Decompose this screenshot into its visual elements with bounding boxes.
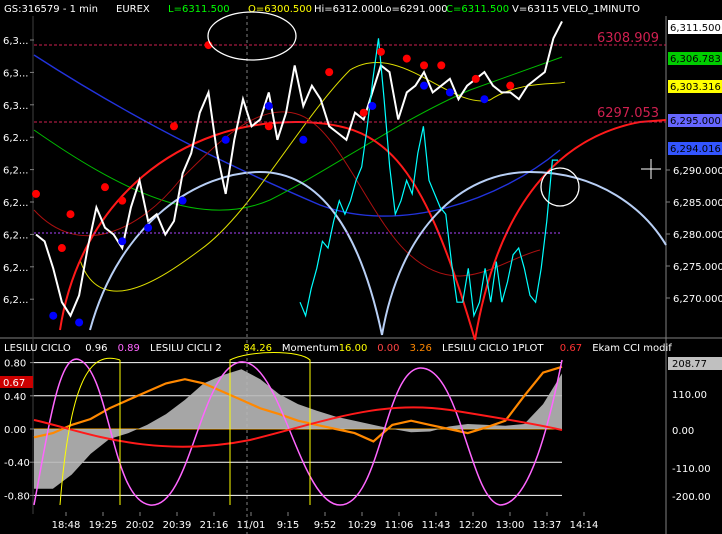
y-tick-label: 6,3... (3, 68, 28, 79)
pivot-dot-low (144, 223, 153, 232)
pivot-dot-high (66, 210, 75, 219)
pivot-dot-high (118, 196, 127, 205)
pivot-dot-low (368, 101, 377, 110)
pivot-dot-low (445, 88, 454, 97)
oscillator-header-label: LESILU CICLO (4, 343, 71, 354)
oscillator-header-label: 0.00 (377, 343, 399, 354)
osc-right-label: -200.00 (672, 492, 711, 503)
pivot-dot-high (506, 81, 515, 90)
right-badge-label: 6,294.016 (670, 144, 721, 155)
osc-tick-label: 0.40 (4, 392, 26, 403)
oscillator-header-label: 0.96 (85, 343, 107, 354)
x-tick-label: 11/01 (237, 520, 266, 531)
oscillator-header-label: LESILU CICLO 1PLOT (442, 343, 544, 354)
x-tick-label: 9:52 (314, 520, 336, 531)
pivot-dot-low (49, 311, 58, 320)
pivot-dot-high (437, 61, 446, 70)
x-tick-label: 20:39 (163, 520, 192, 531)
volume-label: V=63115 (512, 4, 559, 15)
osc-right-label: 0.00 (672, 426, 694, 437)
oscillator-header-label: 16.00 (339, 343, 368, 354)
y-tick-label: 6,2... (3, 230, 28, 241)
resistance-label-upper: 6308.909 (597, 31, 659, 46)
close-label: C=6311.500 (446, 4, 509, 15)
pivot-dot-low (264, 101, 273, 110)
osc-right-label: 110.00 (672, 390, 707, 401)
y-tick-label: 6,2... (3, 133, 28, 144)
pivot-dot-low (420, 81, 429, 90)
trading-chart: GS:316579 - 1 min EUREX L=6311.500 O=630… (0, 0, 722, 534)
x-tick-label: 13:37 (533, 520, 562, 531)
oscillator-header-label: 3.26 (410, 343, 432, 354)
pivot-dot-low (299, 135, 308, 144)
osc-right-label: -110.00 (672, 464, 711, 475)
y-tick-label: 6,3... (3, 36, 28, 47)
pivot-dot-high (264, 122, 273, 131)
oscillator-header-label: 0.67 (560, 343, 582, 354)
pivot-dot-high (169, 122, 178, 131)
oscillator-header-label: Ekam CCI modif (592, 343, 672, 354)
x-tick-label: 18:48 (52, 520, 81, 531)
oscillator-header-label: 0.89 (118, 343, 140, 354)
osc-tick-label: -0.80 (4, 491, 30, 502)
pivot-dot-high (325, 68, 334, 77)
indicator-label: VELO_1MINUTO (562, 4, 640, 15)
exchange-label: EUREX (116, 4, 150, 15)
y-tick-label: 6,2... (3, 166, 28, 177)
pivot-dot-high (420, 61, 429, 70)
open-label: O=6300.500 (248, 4, 312, 15)
pivot-dot-high (57, 244, 66, 253)
osc-left-tag: 0.67 (3, 378, 25, 389)
pivot-dot-high (100, 183, 109, 192)
right-badge-label: 6,295.000 (670, 116, 721, 127)
x-tick-label: 21:16 (200, 520, 229, 531)
right-badge-label: 6,306.783 (670, 54, 721, 65)
pivot-dot-high (376, 47, 385, 56)
y-tick-label: 6,2... (3, 295, 28, 306)
osc-right-label: 208.77 (672, 359, 707, 370)
right-badge-label: 6,303.316 (670, 82, 721, 93)
oscillator-header: LESILU CICLO 0.96 0.89 LESILU CICLI 2 84.26 M… (4, 343, 672, 354)
resistance-label-lower: 6297.053 (597, 106, 659, 121)
pivot-dot-low (221, 135, 230, 144)
x-tick-label: 12:20 (459, 520, 488, 531)
x-tick-label: 10:29 (348, 520, 377, 531)
y-tick-label: 6,2... (3, 263, 28, 274)
high-label: Hi=6312.000 (314, 4, 380, 15)
x-tick-label: 13:00 (496, 520, 525, 531)
x-tick-label: 14:14 (570, 520, 599, 531)
pivot-dot-low (178, 196, 187, 205)
right-tick-label: 6,280.000 (673, 230, 722, 241)
x-tick-label: 11:43 (422, 520, 451, 531)
pivot-dot-low (480, 95, 489, 104)
low-label: L=6311.500 (168, 4, 230, 15)
y-tick-label: 6,3... (3, 101, 28, 112)
right-tick-label: 6,290.000 (673, 166, 722, 177)
pivot-dot-high (471, 74, 480, 83)
price-tag: 6,311.500 (670, 23, 721, 34)
symbol-label: GS:316579 - 1 min (4, 4, 98, 15)
pivot-dot-high (32, 189, 40, 198)
osc-tick-label: 0.00 (4, 425, 26, 436)
osc-tick-label: -0.40 (4, 458, 30, 469)
x-tick-label: 9:15 (277, 520, 299, 531)
right-tick-label: 6,275.000 (673, 262, 722, 273)
pivot-dot-high (402, 54, 411, 63)
y-tick-label: 6,2... (3, 198, 28, 209)
oscillator-header-label: Momentum (282, 343, 339, 354)
pivot-dot-low (118, 237, 127, 246)
oscillator-header-label: LESILU CICLI 2 (150, 343, 222, 354)
x-tick-label: 19:25 (89, 520, 118, 531)
osc-tick-label: 0.80 (4, 359, 26, 370)
right-tick-label: 6,270.000 (673, 294, 722, 305)
x-tick-label: 20:02 (126, 520, 155, 531)
pivot-dot-low (75, 318, 84, 327)
pivot-dot-high (359, 108, 368, 117)
x-tick-label: 11:06 (385, 520, 414, 531)
right-tick-label: 6,285.000 (673, 198, 722, 209)
lo-label: Lo=6291.000 (380, 4, 448, 15)
